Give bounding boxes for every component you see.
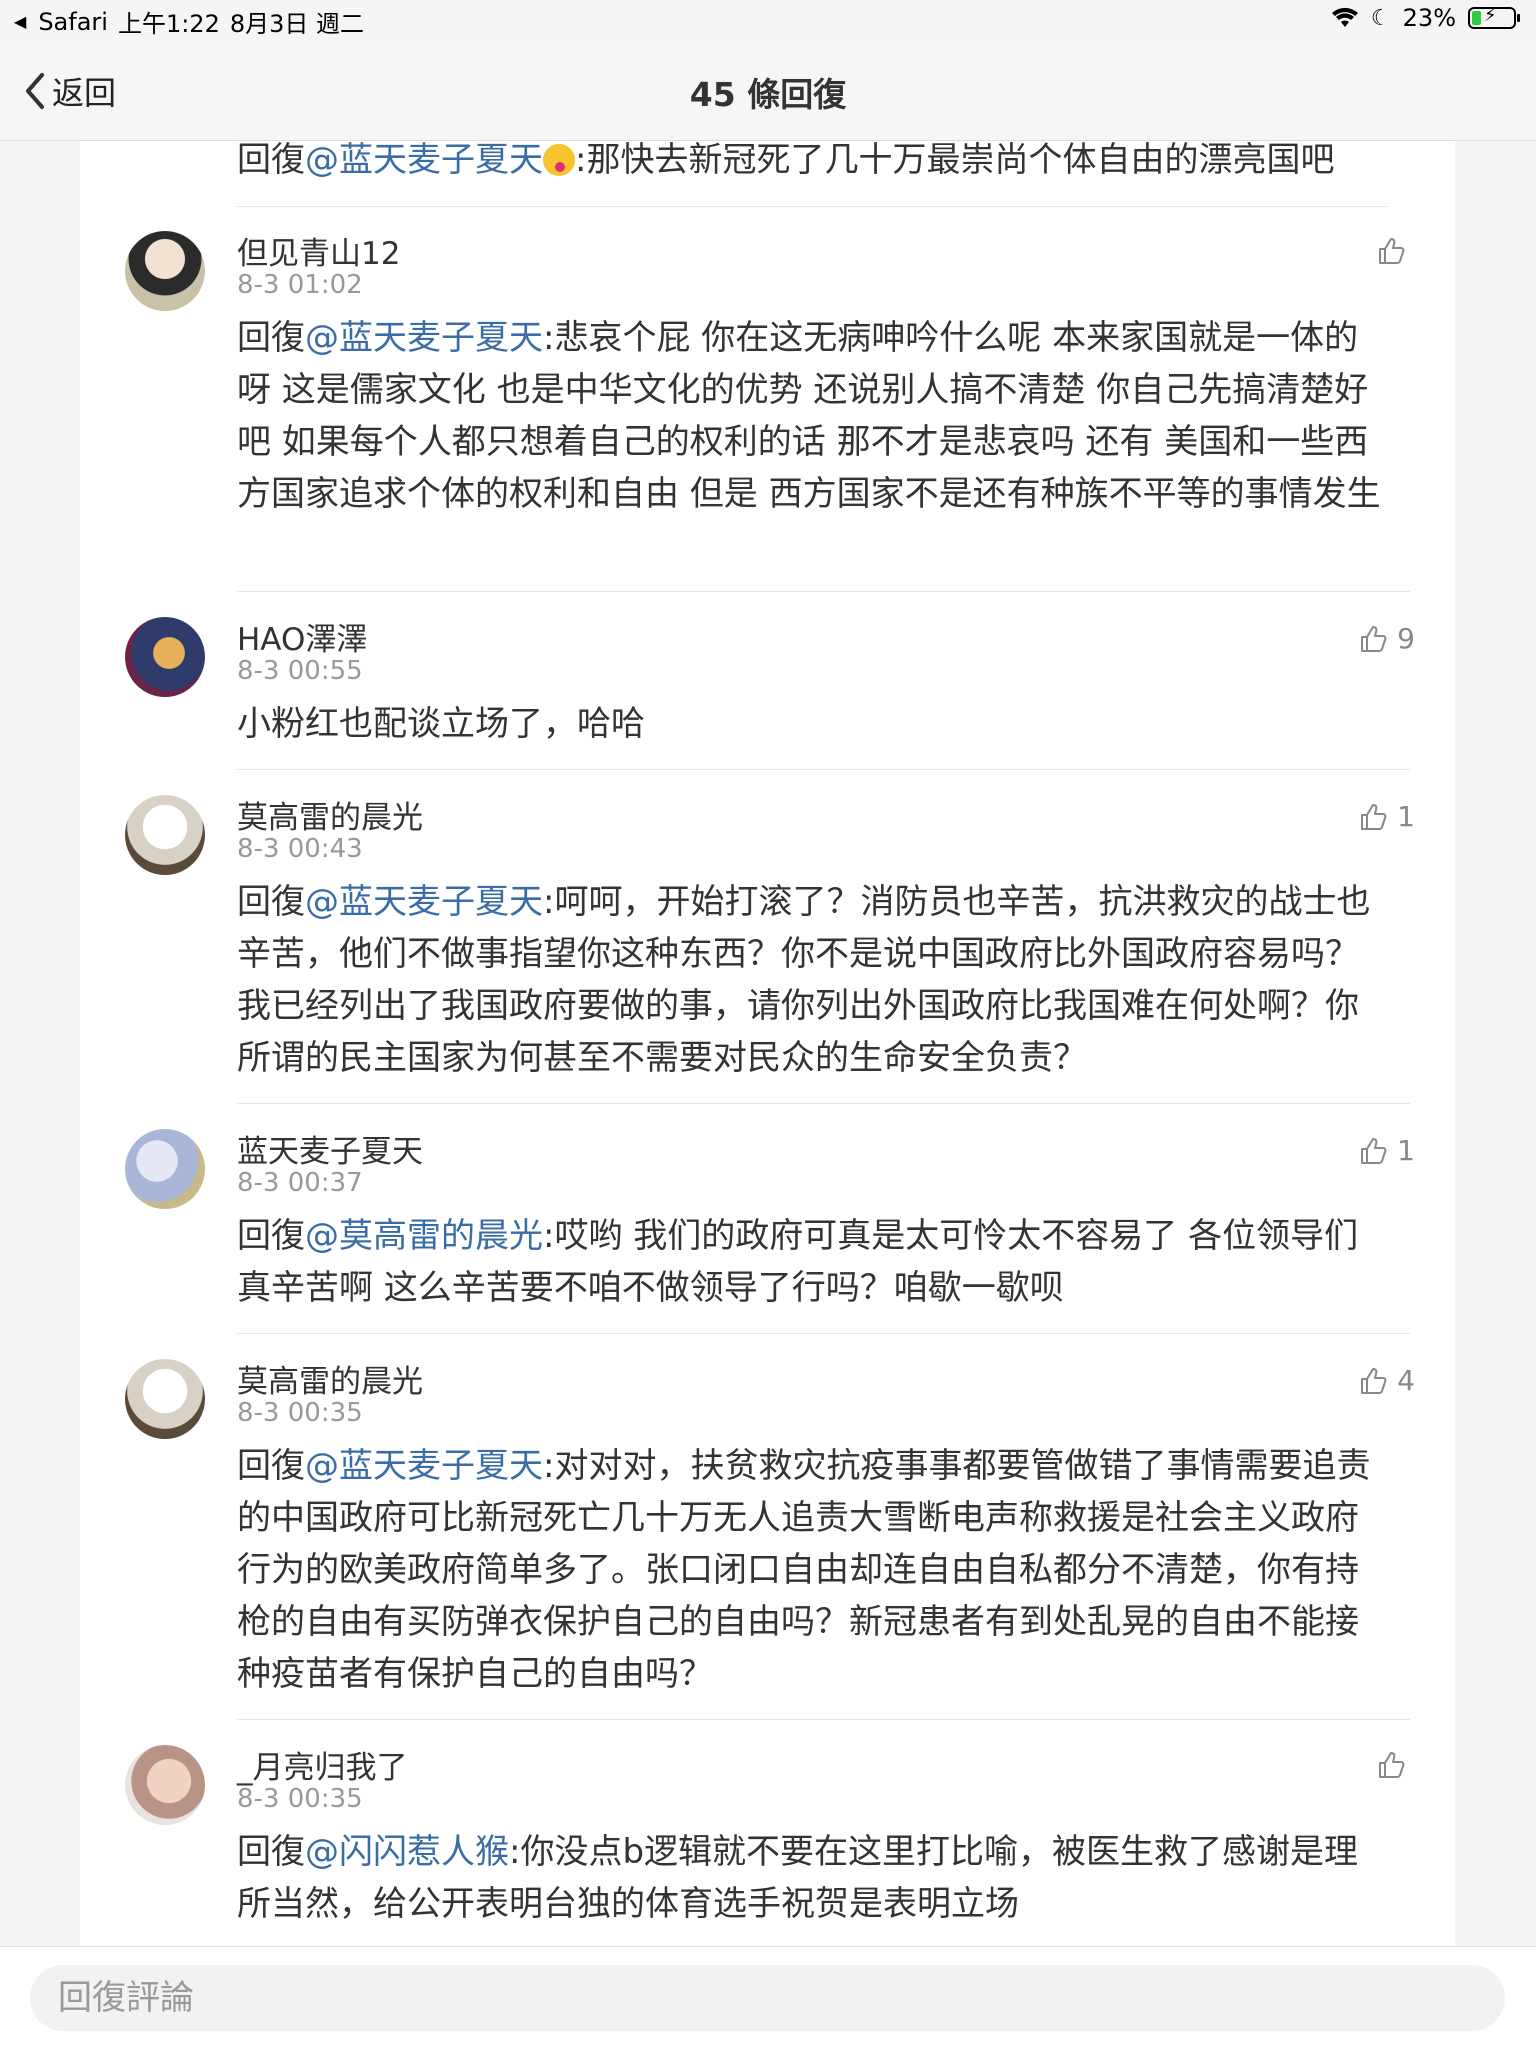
comment-item: 但见青山12 8-3 01:02 回復@蓝天麦子夏天:悲哀个屁 你在这无病呻吟什… (80, 206, 1455, 592)
comment-time: 8-3 00:43 (237, 834, 363, 864)
thumbs-up-icon (1361, 625, 1387, 652)
comment-body: 回復@莫高雷的晨光:哎哟 我们的政府可真是太可怜太不容易了 各位领导们真辛苦啊 … (237, 1210, 1387, 1314)
comment-body: 回復@蓝天麦子夏天:对对对，扶贫救灾抗疫事事都要管做错了事情需要追责的中国政府可… (237, 1440, 1387, 1700)
comment-username[interactable]: HAO澤澤 (237, 614, 367, 659)
comment-time: 8-3 00:55 (237, 656, 363, 686)
comment-body: 小粉红也配谈立场了，哈哈 (237, 698, 1387, 750)
like-button[interactable]: 4 (1359, 1364, 1415, 1397)
reply-prefix: 回復 (237, 140, 305, 180)
avatar[interactable] (125, 617, 205, 697)
reply-prefix: 回復 (237, 318, 305, 358)
mention-link[interactable]: @莫高雷的晨光 (305, 1216, 543, 1256)
avatar[interactable] (125, 1129, 205, 1209)
comment-username[interactable]: 莫高雷的晨光 (237, 1356, 423, 1401)
moon-icon: ☾ (1370, 5, 1391, 31)
mention-link[interactable]: @蓝天麦子夏天 (305, 882, 543, 922)
back-to-app-icon[interactable]: ◀ (14, 12, 26, 31)
avatar[interactable] (125, 1745, 205, 1825)
like-button[interactable]: 1 (1359, 800, 1415, 833)
comment-username[interactable]: _月亮归我了 (237, 1742, 408, 1787)
comment-item: 蓝天麦子夏天 8-3 00:37 1 回復@莫高雷的晨光:哎哟 我们的政府可真是… (80, 1104, 1455, 1334)
avatar[interactable] (125, 795, 205, 875)
comment-list[interactable]: 回復@蓝天麦子夏天:那快去新冠死了几十万最崇尚个体自由的漂亮国吧 但见青山12 … (80, 140, 1455, 1946)
reply-prefix: 回復 (237, 882, 305, 922)
comment-time: 8-3 01:02 (237, 270, 363, 300)
page-title: 45 條回復 (689, 75, 847, 114)
like-button[interactable] (1377, 236, 1415, 266)
wifi-icon (1331, 7, 1358, 27)
like-count: 9 (1397, 622, 1415, 655)
nav-bar: 返回 45 條回復 (0, 40, 1536, 141)
comment-text: :那快去新冠死了几十万最崇尚个体自由的漂亮国吧 (575, 140, 1335, 180)
battery-percent: 23% (1402, 4, 1456, 32)
comment-text: 小粉红也配谈立场了，哈哈 (237, 704, 645, 744)
comment-item: 莫高雷的晨光 8-3 00:35 4 回復@蓝天麦子夏天:对对对，扶贫救灾抗疫事… (80, 1334, 1455, 1720)
comment-time: 8-3 00:35 (237, 1398, 363, 1428)
battery-icon: ⚡ (1468, 5, 1520, 29)
comment-username[interactable]: 蓝天麦子夏天 (237, 1126, 423, 1171)
status-app-name[interactable]: Safari (38, 8, 108, 36)
thinking-emoji-icon (543, 144, 575, 176)
reply-input[interactable] (30, 1965, 1505, 2031)
battery-fill (1472, 11, 1481, 25)
mention-link[interactable]: @蓝天麦子夏天 (305, 1446, 543, 1486)
mention-link[interactable]: @闪闪惹人猴 (305, 1832, 509, 1872)
charging-icon: ⚡ (1484, 5, 1497, 26)
comment-body: 回復@闪闪惹人猴:你没点b逻辑就不要在这里打比喻，被医生救了感谢是理所当然，给公… (237, 1826, 1387, 1930)
status-time: 上午1:22 (117, 10, 220, 38)
comment-username[interactable]: 莫高雷的晨光 (237, 792, 423, 837)
like-count: 1 (1397, 1134, 1415, 1167)
reply-prefix: 回復 (237, 1832, 305, 1872)
comment-body: 回復@蓝天麦子夏天:悲哀个屁 你在这无病呻吟什么呢 本来家国就是一体的呀 这是儒… (237, 312, 1387, 520)
thumbs-up-icon (1361, 1137, 1387, 1164)
comment-item: HAO澤澤 8-3 00:55 9 小粉红也配谈立场了，哈哈 (80, 592, 1455, 770)
comment-time: 8-3 00:35 (237, 1784, 363, 1814)
status-right: ☾ 23% ⚡ (1331, 4, 1520, 32)
thumbs-up-icon (1379, 1752, 1405, 1778)
reply-prefix: 回復 (237, 1216, 305, 1256)
like-count: 4 (1397, 1364, 1415, 1397)
status-date: 8月3日 週二 (229, 10, 365, 38)
thumbs-up-icon (1361, 803, 1387, 830)
thumbs-up-icon (1379, 238, 1405, 264)
like-button[interactable]: 9 (1359, 622, 1415, 655)
partial-comment-body: 回復@蓝天麦子夏天 :那快去新冠死了几十万最崇尚个体自由的漂亮国吧 (237, 140, 1387, 207)
comment-username[interactable]: 但见青山12 (237, 228, 400, 273)
reply-bar (0, 1946, 1536, 2049)
like-button[interactable] (1377, 1750, 1415, 1780)
comment-item: 莫高雷的晨光 8-3 00:43 1 回復@蓝天麦子夏天:呵呵，开始打滚了？消防… (80, 770, 1455, 1104)
mention-link[interactable]: @蓝天麦子夏天 (305, 140, 543, 180)
avatar[interactable] (125, 1359, 205, 1439)
comment-time: 8-3 00:37 (237, 1168, 363, 1198)
status-bar: ◀ Safari 上午1:22 8月3日 週二 ☾ 23% ⚡ (0, 0, 1536, 40)
status-left: ◀ Safari 上午1:22 8月3日 週二 (14, 4, 364, 39)
comment-item: _月亮归我了 8-3 00:35 回復@闪闪惹人猴:你没点b逻辑就不要在这里打比… (80, 1720, 1455, 1946)
comment-body: 回復@蓝天麦子夏天:呵呵，开始打滚了？消防员也辛苦，抗洪救灾的战士也辛苦，他们不… (237, 876, 1387, 1084)
avatar[interactable] (125, 231, 205, 311)
mention-link[interactable]: @蓝天麦子夏天 (305, 318, 543, 358)
thumbs-up-icon (1361, 1367, 1387, 1394)
like-button[interactable]: 1 (1359, 1134, 1415, 1167)
like-count: 1 (1397, 800, 1415, 833)
reply-prefix: 回復 (237, 1446, 305, 1486)
